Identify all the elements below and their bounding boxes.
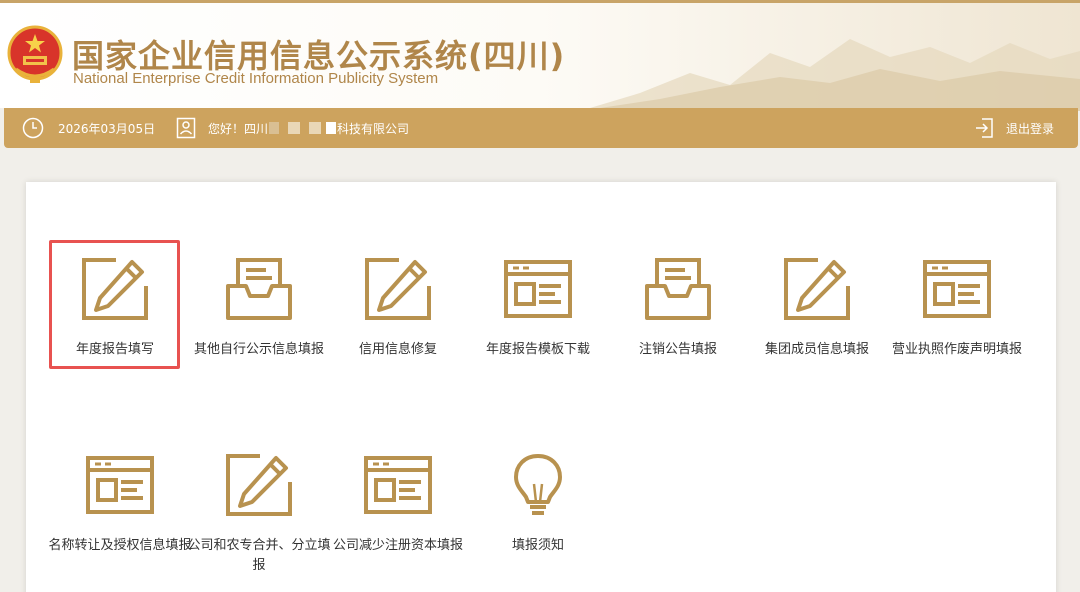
tile-group-member-info[interactable]: 集团成员信息填报 <box>747 244 887 384</box>
user-greeting: 您好！四川 科技有限公司 <box>176 108 409 148</box>
tile-label: 填报须知 <box>511 538 564 553</box>
tile-label: 其他自行公示信息填报 <box>193 342 324 357</box>
edit-icon <box>782 256 852 322</box>
tile-license-void-statement[interactable]: 营业执照作废声明填报 <box>887 244 1027 384</box>
tile-label: 年度报告填写 <box>75 342 154 357</box>
redacted-block <box>288 122 301 134</box>
tile-annual-report-template-download[interactable]: 年度报告模板下载 <box>468 244 608 384</box>
edit-icon <box>224 452 294 518</box>
tile-filing-instructions[interactable]: 填报须知 <box>468 440 608 580</box>
redacted-block <box>269 122 280 134</box>
tile-label: 注销公告填报 <box>638 342 717 357</box>
tile-label: 公司和农专合并、分立填报 <box>187 538 331 573</box>
form-window-icon <box>363 452 433 518</box>
clock-icon <box>22 117 44 139</box>
date-text: 2026年03月05日 <box>58 121 156 136</box>
national-emblem-icon <box>7 25 63 83</box>
tile-label: 营业执照作废声明填报 <box>891 342 1022 357</box>
tile-credit-repair[interactable]: 信用信息修复 <box>328 244 468 384</box>
greeting-suffix: 科技有限公司 <box>337 121 410 136</box>
tile-merger-division[interactable]: 公司和农专合并、分立填报 <box>187 440 331 580</box>
tile-label: 年度报告模板下载 <box>485 342 590 357</box>
tile-label: 信用信息修复 <box>358 342 437 357</box>
tile-label: 公司减少注册资本填报 <box>332 538 463 553</box>
mountain-background-image <box>580 39 1080 111</box>
site-subtitle: National Enterprise Credit Information P… <box>73 70 439 87</box>
inbox-icon <box>224 256 294 322</box>
logout-label: 退出登录 <box>1006 121 1055 136</box>
form-window-icon <box>85 452 155 518</box>
tile-name-transfer-authorization[interactable]: 名称转让及授权信息填报 <box>48 440 192 580</box>
tile-capital-reduction[interactable]: 公司减少注册资本填报 <box>328 440 468 580</box>
date-display: 2026年03月05日 <box>22 108 155 148</box>
user-info-bar: 2026年03月05日 您好！四川 科技有限公司 退出登录 <box>4 108 1078 148</box>
edit-icon <box>363 256 433 322</box>
redacted-block <box>309 122 322 134</box>
tile-label: 名称转让及授权信息填报 <box>48 538 192 553</box>
form-window-icon <box>922 256 992 322</box>
inbox-icon <box>643 256 713 322</box>
tile-deregistration-notice[interactable]: 注销公告填报 <box>608 244 748 384</box>
tile-annual-report-fill[interactable]: 年度报告填写 <box>45 244 185 384</box>
logout-icon <box>976 118 993 138</box>
tile-other-self-disclosure[interactable]: 其他自行公示信息填报 <box>189 244 329 384</box>
user-card-icon <box>176 117 196 139</box>
edit-icon <box>80 256 150 322</box>
form-window-icon <box>503 256 573 322</box>
lightbulb-icon <box>503 452 573 518</box>
redacted-block <box>326 122 337 134</box>
logout-button[interactable]: 退出登录 <box>974 108 1054 148</box>
tile-label: 集团成员信息填报 <box>764 342 869 357</box>
greeting-prefix: 您好！四川 <box>208 121 269 136</box>
site-header: 国家企业信用信息公示系统(四川) National Enterprise Cre… <box>0 0 1080 111</box>
